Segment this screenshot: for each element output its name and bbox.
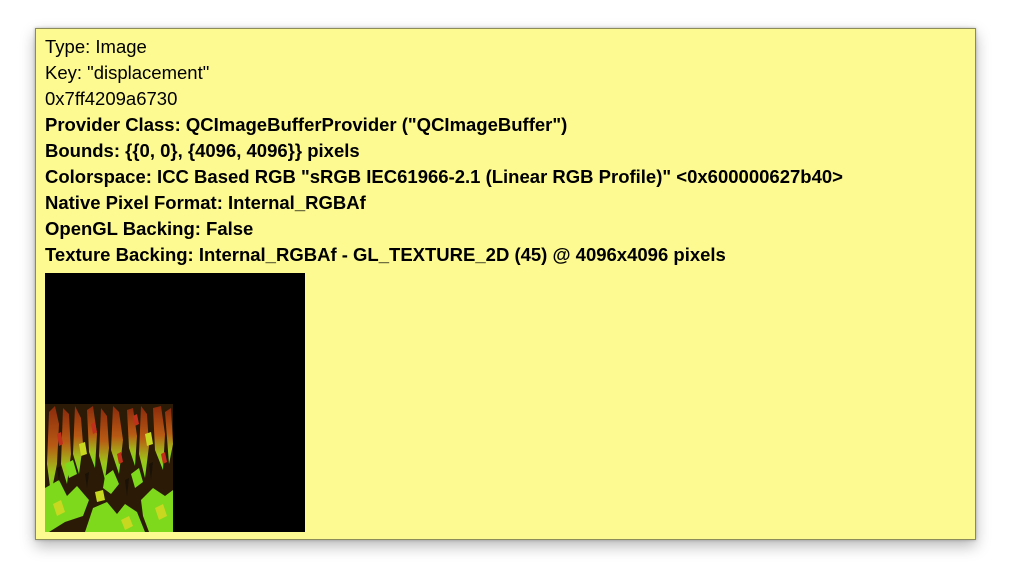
opengl-backing-line: OpenGL Backing: False — [45, 218, 254, 239]
provider-class-line: Provider Class: QCImageBufferProvider ("… — [45, 114, 568, 135]
bounds-line: Bounds: {{0, 0}, {4096, 4096}} pixels — [45, 140, 360, 161]
image-info-tooltip: Type: Image Key: "displacement" 0x7ff420… — [35, 28, 976, 540]
pixel-format-line: Native Pixel Format: Internal_RGBAf — [45, 192, 366, 213]
image-preview — [45, 273, 305, 532]
key-line: Key: "displacement" — [45, 62, 210, 83]
info-lines: Type: Image Key: "displacement" 0x7ff420… — [45, 34, 843, 268]
texture-backing-line: Texture Backing: Internal_RGBAf - GL_TEX… — [45, 244, 726, 265]
displacement-thumbnail — [45, 404, 173, 532]
address-line: 0x7ff4209a6730 — [45, 88, 178, 109]
colorspace-line: Colorspace: ICC Based RGB "sRGB IEC61966… — [45, 166, 843, 187]
type-line: Type: Image — [45, 36, 147, 57]
